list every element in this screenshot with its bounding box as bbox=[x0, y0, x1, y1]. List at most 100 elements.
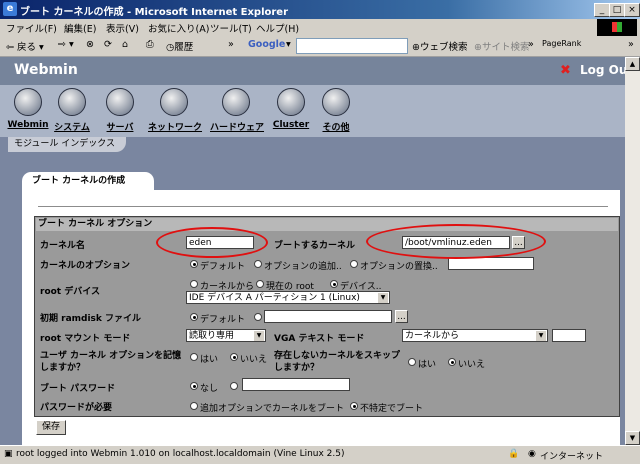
maximize-button[interactable]: □ bbox=[609, 3, 625, 17]
servers-icon bbox=[106, 88, 134, 116]
kernel-options-add-label: オプションの追加.. bbox=[264, 262, 342, 272]
windows-flag-icon bbox=[612, 22, 622, 32]
pagerank-label: PageRank bbox=[542, 39, 582, 48]
boot-password-label: ブート パスワード bbox=[40, 384, 116, 394]
menu-tools[interactable]: ツール(T) bbox=[210, 21, 252, 35]
password-required-label: パスワードが必要 bbox=[40, 403, 113, 413]
root-current-radio[interactable] bbox=[256, 280, 264, 288]
close-button[interactable]: × bbox=[624, 3, 640, 17]
category-hardware[interactable]: ハードウェア bbox=[210, 88, 264, 133]
boot-password-set-radio[interactable] bbox=[230, 382, 238, 390]
google-logo: Google bbox=[248, 39, 286, 50]
initrd-default-radio[interactable] bbox=[190, 313, 198, 321]
minimize-button[interactable]: _ bbox=[594, 3, 610, 17]
annotation-oval-kernel-name bbox=[156, 227, 268, 258]
google-dropdown-icon[interactable]: ▾ bbox=[286, 39, 291, 50]
password-required-opt2-label: 不特定でブート bbox=[360, 404, 424, 414]
webmin-logo: Webmin bbox=[14, 62, 78, 78]
root-mount-label: root マウント モード bbox=[40, 334, 131, 344]
skip-kernel-yes-radio[interactable] bbox=[408, 358, 416, 366]
back-button[interactable]: ⇦ 戻る ▾ bbox=[6, 39, 44, 53]
category-system[interactable]: システム bbox=[46, 88, 98, 133]
refresh-icon[interactable]: ⟳ bbox=[104, 39, 112, 50]
zone-label: インターネット bbox=[540, 452, 604, 462]
print-icon[interactable]: ⎙ bbox=[146, 39, 154, 50]
web-search-button[interactable]: ⊕ウェブ検索 bbox=[412, 39, 467, 53]
user-options-yes-label: はい bbox=[200, 355, 219, 365]
menu-file[interactable]: ファイル(F) bbox=[6, 21, 57, 35]
boot-password-input[interactable] bbox=[242, 378, 350, 391]
vga-select[interactable]: カーネルから bbox=[402, 329, 548, 342]
scroll-down-icon[interactable]: ▼ bbox=[625, 431, 640, 445]
forward-button[interactable]: ⇨ ▾ bbox=[58, 39, 74, 50]
google-search-input[interactable] bbox=[296, 38, 408, 54]
page-icon: ▣ bbox=[4, 449, 13, 459]
cluster-icon bbox=[277, 88, 305, 116]
windows-logo bbox=[597, 19, 637, 36]
webmin-header bbox=[0, 57, 640, 85]
site-search-label: サイト検索 bbox=[481, 42, 530, 53]
root-from-kernel-radio[interactable] bbox=[190, 280, 198, 288]
user-options-no-label: いいえ bbox=[240, 355, 268, 365]
kernel-options-default-radio[interactable] bbox=[190, 260, 198, 268]
kernel-options-label: カーネルのオプション bbox=[40, 261, 131, 271]
divider bbox=[38, 206, 608, 207]
site-search-button[interactable]: ⊕サイト検索 bbox=[474, 39, 529, 53]
kernel-name-label: カーネル名 bbox=[40, 241, 86, 251]
page-title-tab: ブート カーネルの作成 bbox=[22, 172, 154, 190]
kernel-options-add-radio[interactable] bbox=[254, 260, 262, 268]
history-label: 履歴 bbox=[174, 42, 194, 53]
category-network[interactable]: ネットワーク bbox=[148, 88, 202, 133]
menu-edit[interactable]: 編集(E) bbox=[64, 21, 96, 35]
category-others[interactable]: その他 bbox=[310, 88, 362, 133]
menu-favorites[interactable]: お気に入り(A) bbox=[148, 21, 209, 35]
password-required-opt1-radio[interactable] bbox=[190, 402, 198, 410]
vertical-scrollbar[interactable]: ▲ ▼ bbox=[625, 57, 640, 445]
system-icon bbox=[58, 88, 86, 116]
initrd-default-label: デフォルト bbox=[200, 315, 246, 325]
skip-kernel-no-label: いいえ bbox=[458, 360, 486, 370]
module-index-link[interactable]: モジュール インデックス bbox=[8, 137, 126, 152]
initrd-browse-button[interactable]: ... bbox=[395, 310, 408, 323]
toolbar-chevron2-icon[interactable]: » bbox=[528, 39, 534, 50]
vga-custom-input[interactable] bbox=[552, 329, 586, 342]
menu-help[interactable]: ヘルプ(H) bbox=[256, 21, 299, 35]
user-options-yes-radio[interactable] bbox=[190, 353, 198, 361]
home-icon[interactable]: ⌂ bbox=[122, 39, 128, 50]
root-device-label: root デバイス bbox=[40, 287, 100, 297]
logout-icon[interactable]: ✖ bbox=[560, 63, 571, 78]
initrd-file-input[interactable] bbox=[264, 310, 392, 323]
user-options-no-radio[interactable] bbox=[230, 353, 238, 361]
password-required-opt2-radio[interactable] bbox=[350, 402, 358, 410]
vga-label: VGA テキスト モード bbox=[274, 334, 365, 344]
root-mount-select[interactable]: 読取り専用 bbox=[186, 329, 266, 342]
stop-icon[interactable]: ⊗ bbox=[86, 39, 94, 50]
boot-kernel-label: ブートするカーネル bbox=[274, 241, 356, 251]
skip-kernel-no-radio[interactable] bbox=[448, 358, 456, 366]
ie-icon: e bbox=[3, 2, 17, 16]
toolbar-chevron-icon[interactable]: » bbox=[228, 39, 234, 50]
hardware-icon bbox=[222, 88, 250, 116]
kernel-options-replace-label: オプションの置換.. bbox=[360, 262, 438, 272]
boot-password-none-radio[interactable] bbox=[190, 382, 198, 390]
category-servers[interactable]: サーバ bbox=[94, 88, 146, 133]
save-button[interactable]: 保存 bbox=[36, 420, 66, 435]
root-device-radio[interactable] bbox=[330, 280, 338, 288]
window-title: ブート カーネルの作成 - Microsoft Internet Explore… bbox=[20, 7, 289, 18]
skip-kernel-yes-label: はい bbox=[418, 360, 437, 370]
lock-icon: 🔒 bbox=[508, 449, 520, 459]
root-device-select[interactable]: IDE デバイス A パーティション 1 (Linux) bbox=[186, 291, 390, 304]
menu-view[interactable]: 表示(V) bbox=[106, 21, 139, 35]
globe-icon: ◉ bbox=[528, 449, 536, 459]
toolbar-chevron3-icon[interactable]: » bbox=[628, 39, 634, 50]
scroll-up-icon[interactable]: ▲ bbox=[625, 57, 640, 71]
history-button[interactable]: ◷履歴 bbox=[166, 39, 193, 53]
password-required-opt1-label: 追加オプションでカーネルをブート bbox=[200, 404, 345, 414]
network-icon bbox=[160, 88, 188, 116]
back-label: 戻る bbox=[16, 42, 36, 53]
kernel-options-replace-radio[interactable] bbox=[350, 260, 358, 268]
initrd-file-radio[interactable] bbox=[254, 313, 262, 321]
web-search-label: ウェブ検索 bbox=[419, 42, 468, 53]
status-bar: ▣ root logged into Webmin 1.010 on local… bbox=[0, 445, 640, 464]
menu-bar: ファイル(F) 編集(E) 表示(V) お気に入り(A) ツール(T) ヘルプ(… bbox=[0, 19, 640, 37]
